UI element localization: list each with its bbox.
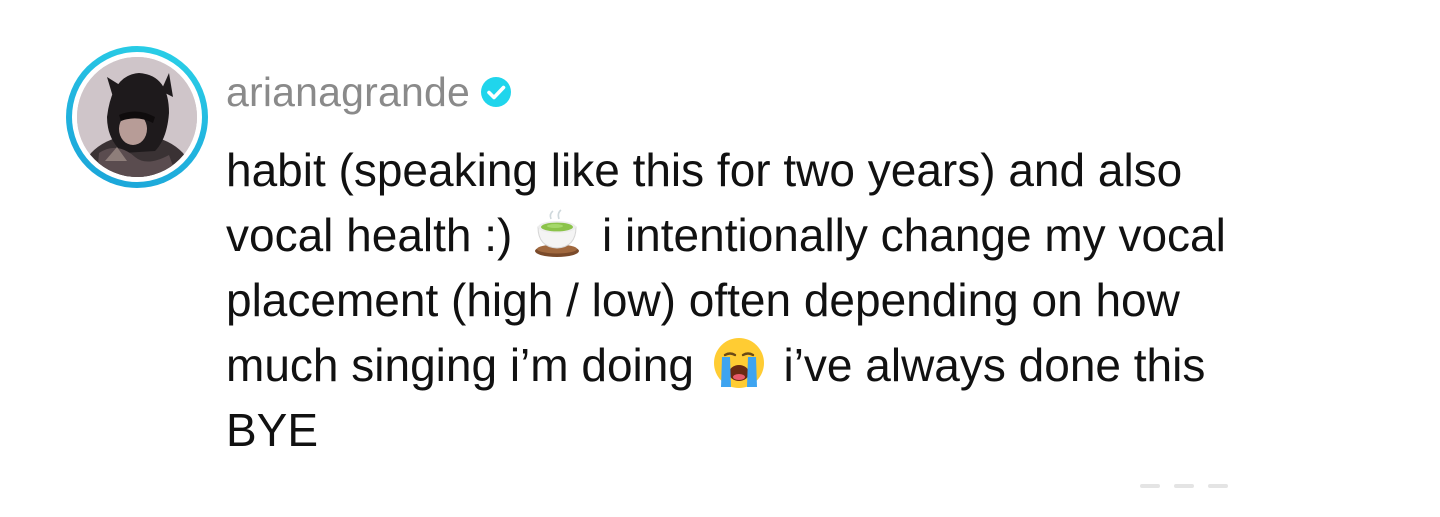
comment-line: vocal health :)	[226, 209, 513, 261]
username-link[interactable]: arianagrande	[226, 69, 470, 116]
avatar-photo	[77, 57, 197, 177]
profile-photo-icon	[77, 57, 197, 177]
comment-header: arianagrande	[226, 64, 1406, 120]
comment-line: BYE	[226, 404, 319, 456]
comment-card: arianagrande habit (speaking like this f…	[0, 0, 1440, 517]
dot	[1140, 484, 1160, 488]
comment-line: habit (speaking like this for two years)…	[226, 144, 1183, 196]
avatar[interactable]	[66, 46, 208, 188]
green-tea-icon	[529, 205, 585, 261]
comment-line: i’ve always done this	[783, 339, 1206, 391]
faded-dots	[1140, 484, 1228, 488]
comment-line: much singing i’m doing	[226, 339, 694, 391]
comment-text: habit (speaking like this for two years)…	[226, 138, 1406, 463]
loudly-crying-face-icon	[711, 335, 767, 391]
comment-line: i intentionally change my vocal	[601, 209, 1226, 261]
comment-content: arianagrande habit (speaking like this f…	[226, 64, 1406, 463]
comment-line: placement (high / low) often depending o…	[226, 274, 1180, 326]
dot	[1174, 484, 1194, 488]
avatar-ring-gap	[72, 52, 202, 182]
verified-badge-icon	[480, 76, 512, 108]
dot	[1208, 484, 1228, 488]
